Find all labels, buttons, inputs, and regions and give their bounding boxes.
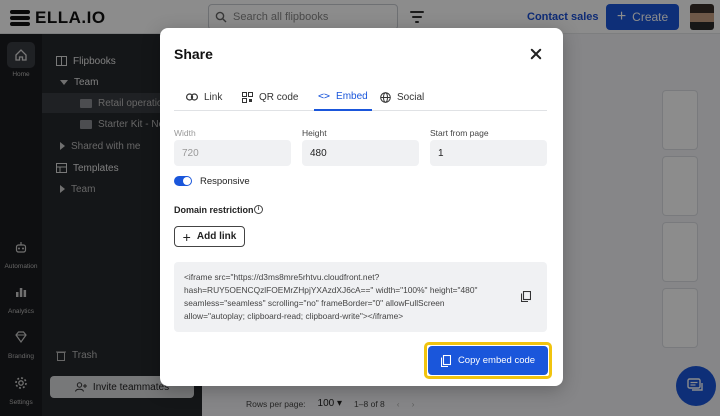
qr-code-icon: [242, 91, 253, 103]
share-tabs: Link QR code <> Embed Social: [174, 83, 547, 111]
height-label: Height: [302, 128, 327, 138]
share-dialog: Share Link QR code <> Embed Social Width…: [160, 28, 563, 386]
width-value: 720: [182, 147, 199, 159]
domain-restriction-label: Domain restriction: [174, 205, 254, 215]
tab-label: Link: [204, 91, 223, 103]
copy-icon: [440, 354, 451, 367]
embed-code-line: <iframe src="https://d3ms8mre5rhtvu.clou…: [184, 272, 380, 282]
link-icon: [186, 93, 198, 101]
start-page-label: Start from page: [430, 128, 489, 138]
width-label: Width: [174, 128, 196, 138]
tab-qr-code[interactable]: QR code: [242, 83, 298, 111]
width-field: 720: [174, 140, 291, 166]
embed-code-line: seamless="seamless" scrolling="no" frame…: [184, 298, 445, 308]
close-icon[interactable]: [528, 46, 544, 62]
add-link-button[interactable]: + Add link: [174, 226, 245, 247]
copy-embed-code-button[interactable]: Copy embed code: [428, 346, 548, 375]
start-page-value: 1: [438, 147, 444, 159]
tab-link[interactable]: Link: [186, 83, 222, 111]
embed-code-box[interactable]: <iframe src="https://d3ms8mre5rhtvu.clou…: [174, 262, 547, 332]
globe-icon: [380, 91, 391, 103]
embed-code-line: allow="autoplay; clipboard-read; clipboa…: [184, 311, 404, 321]
tab-label: QR code: [259, 91, 299, 103]
code-icon: <>: [318, 90, 331, 102]
tab-label: Social: [397, 91, 425, 103]
responsive-toggle[interactable]: [174, 176, 192, 186]
copy-embed-label: Copy embed code: [457, 355, 536, 366]
dialog-title: Share: [174, 46, 213, 62]
tab-label: Embed: [336, 90, 368, 102]
embed-code-line: hash=RUY5OENCQzlFOEMrZHpjYXAzdXJ6cA==" w…: [184, 285, 478, 295]
tab-embed[interactable]: <> Embed: [314, 83, 372, 111]
start-page-field[interactable]: 1: [430, 140, 547, 166]
add-link-label: Add link: [196, 231, 237, 242]
height-field[interactable]: 480: [302, 140, 419, 166]
responsive-label: Responsive: [200, 176, 250, 187]
copy-icon[interactable]: [521, 291, 531, 302]
tab-social[interactable]: Social: [380, 83, 424, 111]
info-icon[interactable]: i: [254, 205, 263, 214]
height-value: 480: [310, 147, 327, 159]
plus-icon: +: [182, 228, 191, 245]
